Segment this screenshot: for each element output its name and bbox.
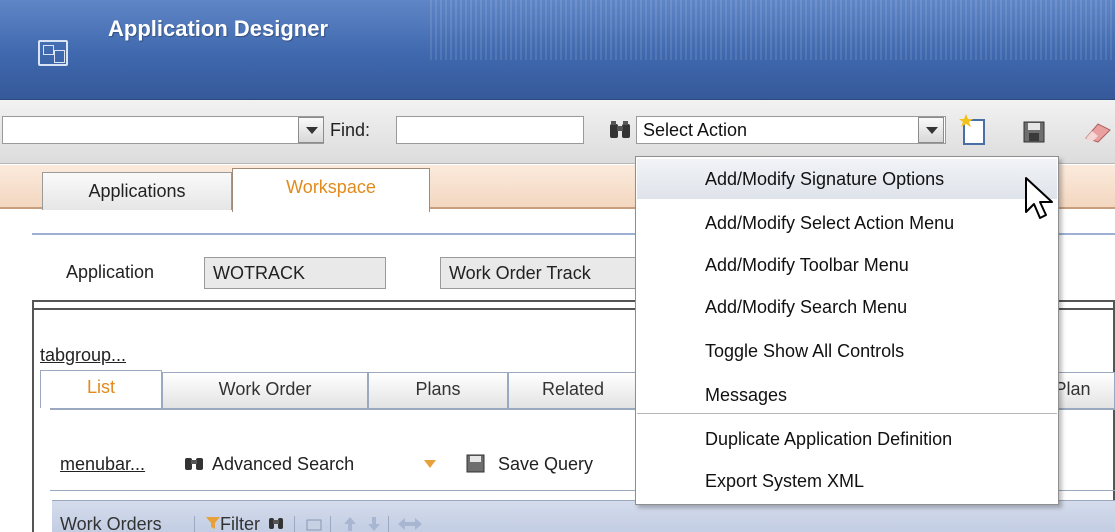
tab-applications[interactable]: Applications xyxy=(42,172,232,210)
separator xyxy=(194,516,195,532)
subtab-list[interactable]: List xyxy=(40,370,162,408)
subtab-plans[interactable]: Plans xyxy=(368,372,508,408)
clear-icon[interactable] xyxy=(1082,120,1112,144)
menu-item-export-system-xml[interactable]: Export System XML xyxy=(637,461,1057,501)
menu-item-duplicate-application[interactable]: Duplicate Application Definition xyxy=(637,419,1057,459)
advanced-search-button[interactable]: Advanced Search xyxy=(212,454,354,475)
binoculars-icon xyxy=(185,458,203,470)
find-input[interactable] xyxy=(396,116,584,144)
mouse-cursor-icon xyxy=(1025,177,1053,219)
filter-button[interactable]: Filter xyxy=(220,514,260,532)
save-icon xyxy=(466,454,485,473)
chevron-down-icon[interactable] xyxy=(424,460,436,468)
application-description-field[interactable]: Work Order Track xyxy=(440,257,650,289)
chevron-down-icon[interactable] xyxy=(298,117,324,143)
filter-icon[interactable] xyxy=(206,517,220,529)
subtab-related[interactable]: Related xyxy=(508,372,638,408)
menu-item-signature-options[interactable]: Add/Modify Signature Options xyxy=(637,159,1057,199)
application-designer-icon xyxy=(38,40,68,66)
left-select[interactable] xyxy=(2,116,324,144)
tab-workspace[interactable]: Workspace xyxy=(232,168,430,212)
menu-item-messages[interactable]: Messages xyxy=(637,375,1057,415)
menu-item-select-action-menu[interactable]: Add/Modify Select Action Menu xyxy=(637,203,1057,243)
save-icon[interactable] xyxy=(1022,120,1046,144)
new-record-icon[interactable] xyxy=(958,112,988,146)
chevron-down-icon[interactable] xyxy=(918,117,944,143)
binoculars-icon[interactable] xyxy=(608,120,632,142)
app-title: Application Designer xyxy=(108,16,329,41)
subtab-work-order[interactable]: Work Order xyxy=(162,372,368,408)
menu-divider xyxy=(637,413,1057,414)
tabgroup-link[interactable]: tabgroup... xyxy=(40,345,126,366)
folder-icon[interactable] xyxy=(306,517,322,531)
separator xyxy=(330,516,331,532)
binoculars-icon[interactable] xyxy=(268,515,284,531)
application-label: Application xyxy=(66,262,155,282)
select-action-dropdown[interactable]: Select Action xyxy=(636,116,946,144)
arrow-up-icon[interactable] xyxy=(344,517,356,531)
table-title: Work Orders xyxy=(60,514,162,532)
arrows-horizontal-icon[interactable] xyxy=(398,518,422,530)
select-action-menu: Add/Modify Signature Options Add/Modify … xyxy=(635,156,1059,505)
title-bar xyxy=(0,0,1115,100)
menu-item-toggle-show-all-controls[interactable]: Toggle Show All Controls xyxy=(637,331,1057,371)
arrow-down-icon[interactable] xyxy=(368,517,380,531)
save-query-button[interactable]: Save Query xyxy=(498,454,593,475)
separator xyxy=(294,516,295,532)
menu-item-toolbar-menu[interactable]: Add/Modify Toolbar Menu xyxy=(637,245,1057,285)
menu-item-search-menu[interactable]: Add/Modify Search Menu xyxy=(637,287,1057,327)
find-label: Find: xyxy=(330,120,371,140)
application-field[interactable]: WOTRACK xyxy=(204,257,386,289)
separator xyxy=(388,516,389,532)
menubar-link[interactable]: menubar... xyxy=(60,454,145,475)
